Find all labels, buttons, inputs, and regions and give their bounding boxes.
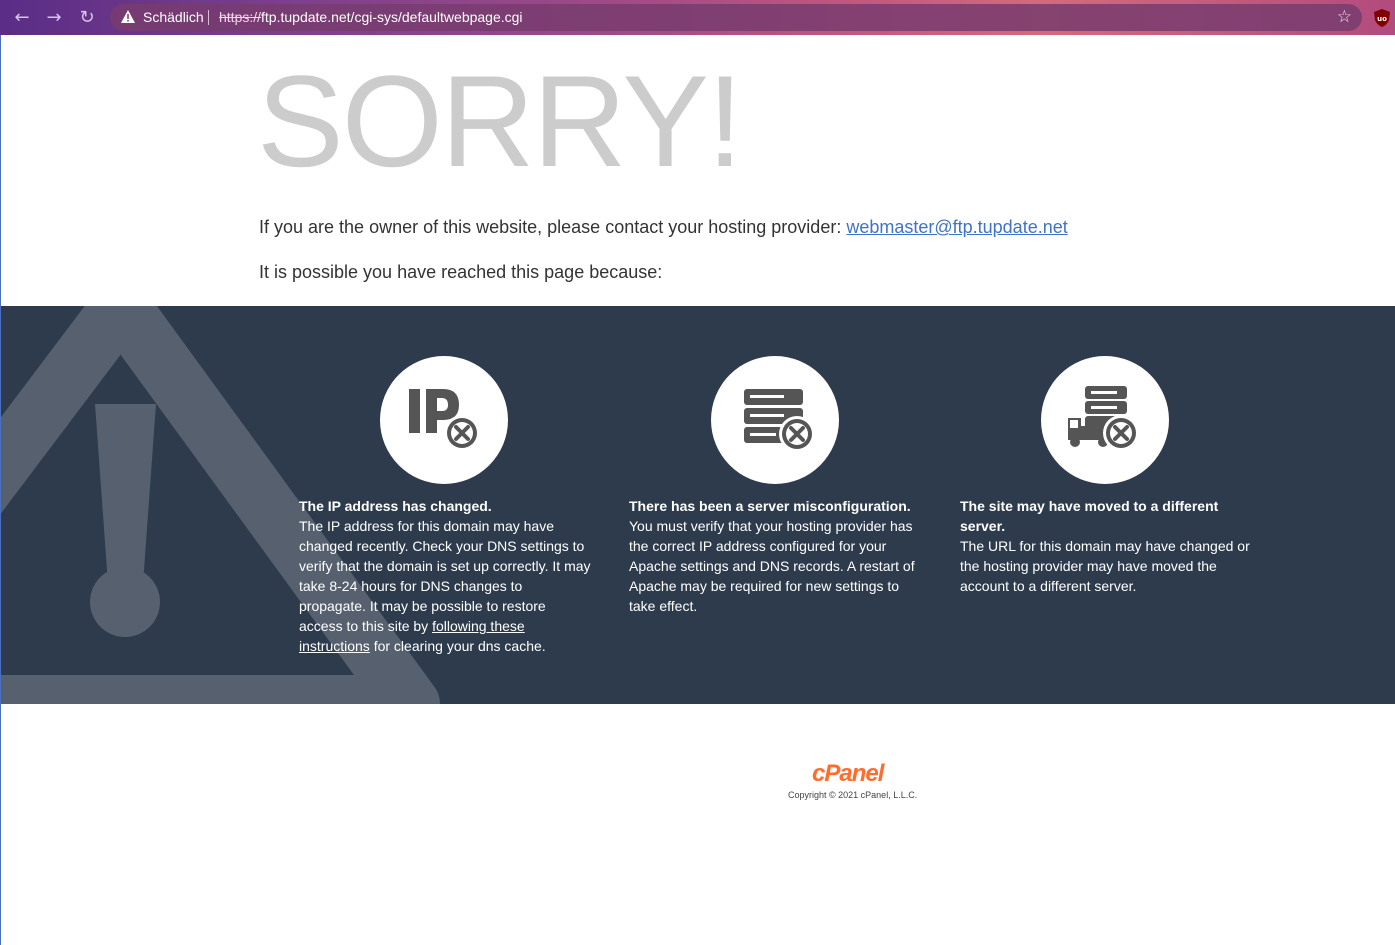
reason-text: The IP address for this domain may have … xyxy=(299,518,591,634)
cpanel-logo: cPanel xyxy=(812,760,884,787)
svg-text:uo: uo xyxy=(1377,15,1387,23)
address-divider xyxy=(208,10,209,25)
address-bar[interactable]: Schädlich https://ftp.tupdate.net/cgi-sy… xyxy=(110,4,1362,31)
security-status[interactable]: Schädlich xyxy=(143,9,204,25)
ip-error-icon xyxy=(409,389,480,451)
server-moved-icon xyxy=(1068,386,1139,451)
reason-body: You must verify that your hosting provid… xyxy=(629,518,915,614)
contact-email-link[interactable]: webmaster@ftp.tupdate.net xyxy=(846,217,1067,237)
owner-text: If you are the owner of this website, pl… xyxy=(259,217,847,237)
bookmark-star-icon[interactable]: ☆ xyxy=(1337,7,1352,27)
reason-text-after: for clearing your dns cache. xyxy=(369,638,546,654)
warning-icon xyxy=(121,10,135,23)
back-arrow-icon[interactable]: ← xyxy=(11,7,33,29)
browser-toolbar: ← → ↻ Schädlich https://ftp.tupdate.net/… xyxy=(0,0,1395,35)
url-text[interactable]: https://ftp.tupdate.net/cgi-sys/defaultw… xyxy=(219,9,523,25)
forward-arrow-icon[interactable]: → xyxy=(43,7,65,29)
ublock-extension-icon[interactable]: uo xyxy=(1373,8,1391,28)
reason-site-moved: The site may have moved to a different s… xyxy=(960,496,1252,596)
reason-body: The URL for this domain may have changed… xyxy=(960,538,1250,594)
server-moved-badge xyxy=(1041,356,1169,484)
reason-body: The IP address for this domain may have … xyxy=(299,516,591,656)
server-error-badge xyxy=(711,356,839,484)
server-error-icon xyxy=(744,389,815,452)
reason-ip-changed: The IP address has changed. The IP addre… xyxy=(299,496,591,656)
page-title: SORRY! xyxy=(257,48,743,194)
reload-icon[interactable]: ↻ xyxy=(76,7,98,29)
reason-server-misconfig: There has been a server misconfiguration… xyxy=(629,496,921,616)
reason-title: The site may have moved to a different s… xyxy=(960,498,1219,534)
owner-message: If you are the owner of this website, pl… xyxy=(259,217,1068,238)
ip-error-badge xyxy=(380,356,508,484)
reason-title: The IP address has changed. xyxy=(299,498,492,514)
reasons-intro: It is possible you have reached this pag… xyxy=(259,262,663,282)
copyright-text: Copyright © 2021 cPanel, L.L.C. xyxy=(788,790,918,800)
url-path: ftp.tupdate.net/cgi-sys/defaultwebpage.c… xyxy=(261,9,523,25)
url-scheme: https:// xyxy=(219,9,262,25)
reason-title: There has been a server misconfiguration… xyxy=(629,498,911,514)
